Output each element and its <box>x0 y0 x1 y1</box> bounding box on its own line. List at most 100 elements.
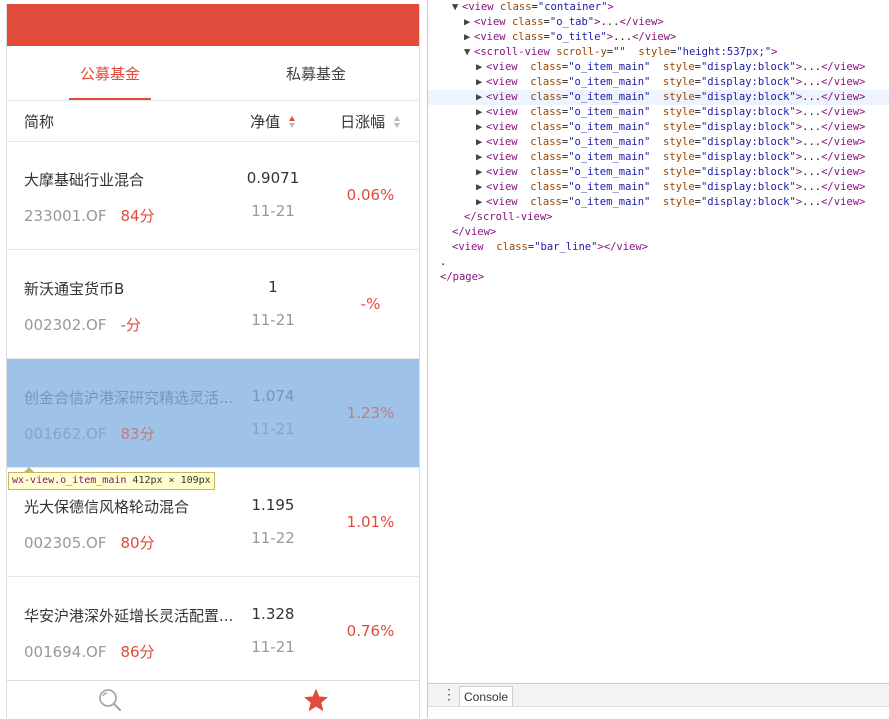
fund-row[interactable]: 大摩基础行业混合 233001.OF 84分 0.9071 11-21 0.06% <box>7 141 419 250</box>
fund-nav: 1.328 <box>251 605 295 623</box>
tree-node-item[interactable]: ▶ <view class="o_item_main" style="displa… <box>428 195 889 210</box>
tree-node-item[interactable]: ▶ <view class="o_item_main" style="displa… <box>428 120 889 135</box>
attr-value: "display:block" <box>700 151 796 163</box>
element-inspector-tooltip: wx-view.o_item_main 412px × 109px <box>8 467 215 490</box>
drawer-tabs: ⋮ Console <box>428 683 889 707</box>
fund-change: 0.06% <box>346 186 395 204</box>
attr-value: "o_item_main" <box>568 181 651 193</box>
fund-date: 11-21 <box>251 202 295 220</box>
attr-value: "display:block" <box>700 76 796 88</box>
fund-name: 光大保德信风格轮动混合 <box>24 498 190 516</box>
attr-value: "display:block" <box>700 181 796 193</box>
tooltip-selector: wx-view.o_item_main <box>12 475 127 486</box>
fund-type-tabs: 公募基金 私募基金 <box>7 46 419 101</box>
tag-text: </page> <box>440 271 485 283</box>
tag-text: </view> <box>452 226 497 238</box>
tab-console[interactable]: Console <box>459 686 514 707</box>
fund-date: 11-21 <box>251 311 295 329</box>
tab-public-funds[interactable]: 公募基金 <box>7 46 213 100</box>
tree-node-item[interactable]: ▶ <view class="o_item_main" style="displa… <box>428 105 889 120</box>
navigation-bar <box>7 4 419 46</box>
tree-close-page: </page> <box>428 270 889 285</box>
attr-name: scroll-y <box>556 46 607 58</box>
fund-row[interactable]: 新沃通宝货币B 002302.OF -分 1 11-21 -% <box>7 250 419 359</box>
expand-arrow-icon[interactable]: ▶ <box>476 135 486 150</box>
fund-nav: 1.195 <box>251 496 295 514</box>
column-nav-sort[interactable]: 净值 <box>224 111 322 132</box>
attr-value: "container" <box>537 1 608 13</box>
fund-name: 创金合信沪港深研究精选灵活... <box>24 389 234 407</box>
column-change-sort[interactable]: 日涨幅 <box>322 111 419 132</box>
tabbar-favorites[interactable] <box>213 681 419 718</box>
expand-arrow-icon[interactable]: ▶ <box>476 60 486 75</box>
attr-value: "o_title" <box>549 31 607 43</box>
expand-arrow-icon[interactable]: ▶ <box>476 90 486 105</box>
fund-change: 1.23% <box>346 404 395 422</box>
tabbar-search[interactable] <box>7 681 213 718</box>
more-options-icon[interactable]: ⋮ <box>442 688 456 702</box>
expand-arrow-icon[interactable]: ▶ <box>476 165 486 180</box>
attr-value: "o_item_main" <box>568 61 651 73</box>
attr-value: "bar_line" <box>534 241 598 253</box>
attr-value: "o_item_main" <box>568 136 651 148</box>
devtools-panel: ▼ <view class="container"> ▶ <view class="… <box>427 0 889 719</box>
fund-code: 001662.OF <box>24 425 107 443</box>
attr-value: "display:block" <box>700 166 796 178</box>
fund-score: 83分 <box>120 425 155 443</box>
tree-node-item[interactable]: ▶ <view class="o_item_main" style="displa… <box>428 165 889 180</box>
fund-name: 新沃通宝货币B <box>24 280 125 298</box>
fund-code: 233001.OF <box>24 207 107 225</box>
expand-arrow-icon[interactable]: ▶ <box>464 15 474 30</box>
expand-arrow-icon[interactable]: ▶ <box>476 75 486 90</box>
fund-row-highlighted[interactable]: 创金合信沪港深研究精选灵活... 001662.OF 83分 1.074 11-2… <box>7 359 419 468</box>
simulator-screen: 公募基金 私募基金 简称 净值 日涨幅 大摩基础行业混合 233001.OF 84… <box>6 4 420 718</box>
collapse-arrow-icon[interactable]: ▼ <box>452 0 462 15</box>
fund-change: 1.01% <box>346 513 395 531</box>
expand-arrow-icon[interactable]: ▶ <box>476 105 486 120</box>
column-change-label: 日涨幅 <box>340 112 386 131</box>
collapse-arrow-icon[interactable]: ▼ <box>464 45 474 60</box>
tree-node-bar-line[interactable]: <view class="bar_line"></view> <box>428 240 889 255</box>
tag-text: <view <box>462 1 494 13</box>
star-icon <box>304 688 328 712</box>
tree-node-item[interactable]: ▶ <view class="o_item_main" style="displa… <box>428 180 889 195</box>
fund-score: 86分 <box>120 643 155 661</box>
expand-arrow-icon[interactable]: ▶ <box>476 150 486 165</box>
tree-close-view: </view> <box>428 225 889 240</box>
fund-row[interactable]: 华安沪港深外延增长灵活配置... 001694.OF 86分 1.328 11-2… <box>7 577 419 686</box>
tree-node-scroll-view[interactable]: ▼ <scroll-view scroll-y="" style="height:… <box>428 45 889 60</box>
fund-code: 001694.OF <box>24 643 107 661</box>
tree-node-o-tab[interactable]: ▶ <view class="o_tab">...</view> <box>428 15 889 30</box>
fund-list: 大摩基础行业混合 233001.OF 84分 0.9071 11-21 0.06%… <box>7 141 419 686</box>
fund-score: 80分 <box>120 534 155 552</box>
dom-tree: ▼ <view class="container"> ▶ <view class="… <box>428 0 889 285</box>
fund-code: 002305.OF <box>24 534 107 552</box>
tree-node-item[interactable]: ▶ <view class="o_item_main" style="displa… <box>428 135 889 150</box>
fund-name: 大摩基础行业混合 <box>24 171 145 189</box>
attr-name: style <box>638 46 671 58</box>
attr-value: "o_item_main" <box>568 121 651 133</box>
tab-private-funds[interactable]: 私募基金 <box>213 46 419 100</box>
fund-date: 11-22 <box>251 529 295 547</box>
expand-arrow-icon[interactable]: ▶ <box>476 180 486 195</box>
tree-node-item[interactable]: ▶ <view class="o_item_main" style="displa… <box>428 60 889 75</box>
sort-icon <box>288 116 296 128</box>
fund-name: 华安沪港深外延增长灵活配置... <box>24 607 234 625</box>
expand-arrow-icon[interactable]: ▶ <box>464 30 474 45</box>
tree-node-item-selected[interactable]: ▶ <view class="o_item_main" style="displa… <box>428 90 889 105</box>
attr-value: "display:block" <box>700 61 796 73</box>
fund-nav: 0.9071 <box>246 169 300 187</box>
tree-node-container[interactable]: ▼ <view class="container"> <box>428 0 889 15</box>
attr-value: "" <box>613 46 626 58</box>
tag-text: </scroll-view> <box>464 211 553 223</box>
tree-node-item[interactable]: ▶ <view class="o_item_main" style="displa… <box>428 150 889 165</box>
tree-node-item[interactable]: ▶ <view class="o_item_main" style="displa… <box>428 75 889 90</box>
attr-value: "display:block" <box>700 91 796 103</box>
tree-node-o-title[interactable]: ▶ <view class="o_title">...</view> <box>428 30 889 45</box>
expand-arrow-icon[interactable]: ▶ <box>476 195 486 210</box>
fund-code: 002302.OF <box>24 316 107 334</box>
fund-score: -分 <box>120 316 141 334</box>
column-nav-label: 净值 <box>250 112 281 131</box>
expand-arrow-icon[interactable]: ▶ <box>476 120 486 135</box>
sort-icon <box>393 116 401 128</box>
